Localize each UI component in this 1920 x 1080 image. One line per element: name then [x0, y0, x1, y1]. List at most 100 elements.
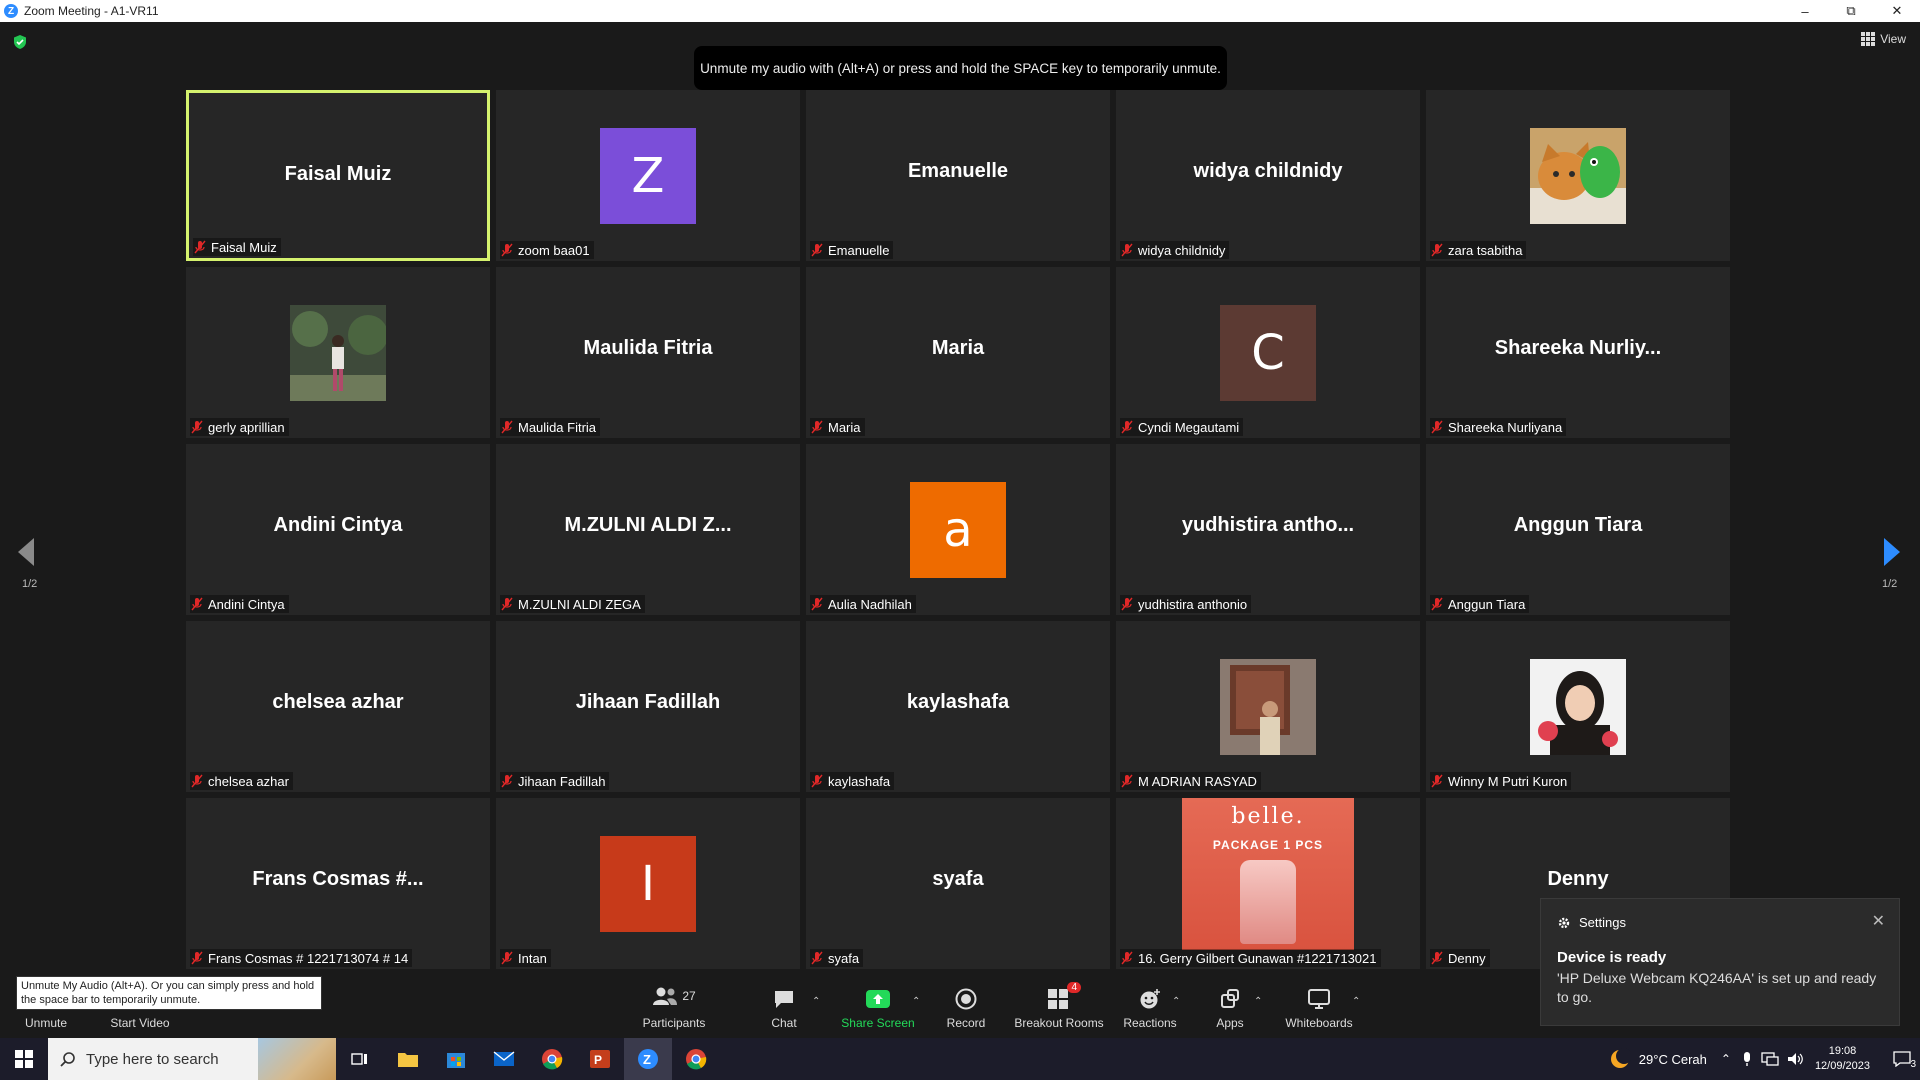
- microsoft-store-icon[interactable]: [432, 1038, 480, 1080]
- participant-name-label: Jihaan Fadillah: [500, 772, 610, 790]
- participant-tile[interactable]: belle. PACKAGE 1 PCS 16. Gerry Gilbert Gun…: [1116, 798, 1420, 969]
- view-button[interactable]: View: [1861, 32, 1906, 46]
- window-titlebar: Z Zoom Meeting - A1-VR11 – ⧉ ✕: [0, 0, 1920, 22]
- participant-tile[interactable]: Frans Cosmas #... Frans Cosmas # 12217130…: [186, 798, 490, 969]
- chat-options-caret-icon[interactable]: ⌃: [812, 996, 820, 1007]
- security-shield-icon[interactable]: [12, 34, 28, 50]
- show-hidden-icons-chevron-icon[interactable]: ⌃: [1721, 1052, 1731, 1066]
- taskbar-search-box[interactable]: Type here to search: [48, 1038, 336, 1080]
- muted-mic-icon: [1431, 951, 1443, 965]
- participant-name-label: Intan: [500, 949, 551, 967]
- mail-icon[interactable]: [480, 1038, 528, 1080]
- search-placeholder: Type here to search: [86, 1050, 219, 1068]
- minimize-icon[interactable]: –: [1782, 0, 1828, 22]
- weather-moon-icon[interactable]: [1609, 1048, 1631, 1070]
- volume-icon[interactable]: [1787, 1052, 1805, 1066]
- unmute-hint-banner: Unmute my audio with (Alt+A) or press an…: [694, 46, 1227, 90]
- muted-mic-icon: [1431, 597, 1443, 611]
- participant-name-label: M.ZULNI ALDI ZEGA: [500, 595, 645, 613]
- participant-name-label: kaylashafa: [810, 772, 895, 790]
- participant-tile[interactable]: Maria Maria: [806, 267, 1110, 438]
- participant-tile[interactable]: Emanuelle Emanuelle: [806, 90, 1110, 261]
- reactions-button[interactable]: Reactions: [1120, 970, 1180, 1038]
- chrome-profile-icon[interactable]: [672, 1038, 720, 1080]
- participant-display-name: Andini Cintya: [273, 514, 403, 536]
- participant-tile[interactable]: M.ZULNI ALDI Z... M.ZULNI ALDI ZEGA: [496, 444, 800, 615]
- close-icon[interactable]: ✕: [1874, 0, 1920, 22]
- whiteboards-options-caret-icon[interactable]: ⌃: [1352, 996, 1360, 1007]
- weather-text[interactable]: 29°C Cerah: [1639, 1052, 1707, 1067]
- participant-tile[interactable]: syafa syafa: [806, 798, 1110, 969]
- participant-avatar: C: [1220, 305, 1316, 401]
- powerpoint-icon[interactable]: P: [576, 1038, 624, 1080]
- reactions-emoji-icon: [1140, 989, 1160, 1009]
- muted-mic-icon: [1431, 774, 1443, 788]
- window-controls: – ⧉ ✕: [1782, 0, 1920, 22]
- next-page-arrow-icon[interactable]: [1882, 538, 1900, 566]
- participant-tile[interactable]: a Aulia Nadhilah: [806, 444, 1110, 615]
- woman-photo: [1530, 659, 1626, 755]
- whiteboards-button[interactable]: Whiteboards: [1282, 970, 1356, 1038]
- participant-tile[interactable]: C Cyndi Megautami: [1116, 267, 1420, 438]
- participant-tile[interactable]: kaylashafa kaylashafa: [806, 621, 1110, 792]
- participant-tile[interactable]: gerly aprillian: [186, 267, 490, 438]
- participant-tile[interactable]: Anggun Tiara Anggun Tiara: [1426, 444, 1730, 615]
- participant-tile[interactable]: yudhistira antho... yudhistira anthonio: [1116, 444, 1420, 615]
- participant-tile[interactable]: chelsea azhar chelsea azhar: [186, 621, 490, 792]
- share-screen-button[interactable]: Share Screen: [838, 970, 918, 1038]
- notification-center-button[interactable]: 3: [1884, 1051, 1920, 1070]
- muted-mic-icon: [501, 951, 513, 965]
- muted-mic-icon: [501, 597, 513, 611]
- participant-display-name: Anggun Tiara: [1513, 514, 1643, 536]
- start-button[interactable]: [0, 1038, 48, 1080]
- unmute-tooltip: Unmute My Audio (Alt+A). Or you can simp…: [16, 976, 322, 1010]
- close-notification-icon[interactable]: ✕: [1872, 911, 1885, 931]
- participant-tile[interactable]: Zzoom baa01: [496, 90, 800, 261]
- participants-count: 27: [682, 989, 696, 1003]
- zoom-taskbar-icon[interactable]: Z: [624, 1038, 672, 1080]
- notification-count: 3: [1910, 1059, 1916, 1070]
- muted-mic-icon: [501, 774, 513, 788]
- participant-tile[interactable]: zara tsabitha: [1426, 90, 1730, 261]
- whiteboard-icon: [1308, 989, 1330, 1009]
- participants-button[interactable]: 27 Participants: [638, 970, 710, 1038]
- apps-options-caret-icon[interactable]: ⌃: [1254, 996, 1262, 1007]
- file-explorer-icon[interactable]: [384, 1038, 432, 1080]
- participant-display-name: kaylashafa: [906, 691, 1010, 713]
- page-indicator-right: 1/2: [1882, 578, 1898, 590]
- participant-name-label: Winny M Putri Kuron: [1430, 772, 1572, 790]
- apps-button[interactable]: Apps: [1210, 970, 1250, 1038]
- taskbar-clock[interactable]: 19:08 12/09/2023: [1815, 1044, 1870, 1074]
- man-photo: [1220, 659, 1316, 755]
- participant-tile[interactable]: Winny M Putri Kuron: [1426, 621, 1730, 792]
- participant-name-label: zara tsabitha: [1430, 241, 1527, 259]
- participant-tile[interactable]: Andini Cintya Andini Cintya: [186, 444, 490, 615]
- participant-tile[interactable]: Faisal Muiz Faisal Muiz: [186, 90, 490, 261]
- participant-avatar: Z: [600, 128, 696, 224]
- notification-header[interactable]: Settings: [1557, 915, 1626, 930]
- participants-icon: [653, 987, 678, 1005]
- participant-tile[interactable]: Maulida Fitria Maulida Fitria: [496, 267, 800, 438]
- participant-tile[interactable]: widya childnidy widya childnidy: [1116, 90, 1420, 261]
- breakout-rooms-button[interactable]: 4 Breakout Rooms: [1012, 970, 1106, 1038]
- previous-page-arrow-icon[interactable]: [18, 538, 36, 566]
- reactions-options-caret-icon[interactable]: ⌃: [1172, 996, 1180, 1007]
- participant-tile[interactable]: M ADRIAN RASYAD: [1116, 621, 1420, 792]
- network-icon[interactable]: [1761, 1052, 1779, 1066]
- participant-tile[interactable]: Jihaan Fadillah Jihaan Fadillah: [496, 621, 800, 792]
- muted-mic-icon: [501, 243, 513, 257]
- restore-icon[interactable]: ⧉: [1828, 0, 1874, 22]
- chrome-icon[interactable]: [528, 1038, 576, 1080]
- microphone-tray-icon[interactable]: [1741, 1051, 1753, 1067]
- participant-tile[interactable]: Shareeka Nurliy... Shareeka Nurliyana: [1426, 267, 1730, 438]
- zoom-logo-icon: Z: [4, 4, 18, 18]
- chat-button[interactable]: Chat: [764, 970, 804, 1038]
- breakout-rooms-icon: [1048, 989, 1068, 1009]
- muted-mic-icon: [194, 240, 206, 254]
- task-view-icon[interactable]: [336, 1038, 384, 1080]
- record-button[interactable]: Record: [942, 970, 990, 1038]
- muted-mic-icon: [811, 243, 823, 257]
- participant-display-name: M.ZULNI ALDI Z...: [564, 514, 732, 536]
- share-options-caret-icon[interactable]: ⌃: [912, 996, 920, 1007]
- participant-tile[interactable]: I Intan: [496, 798, 800, 969]
